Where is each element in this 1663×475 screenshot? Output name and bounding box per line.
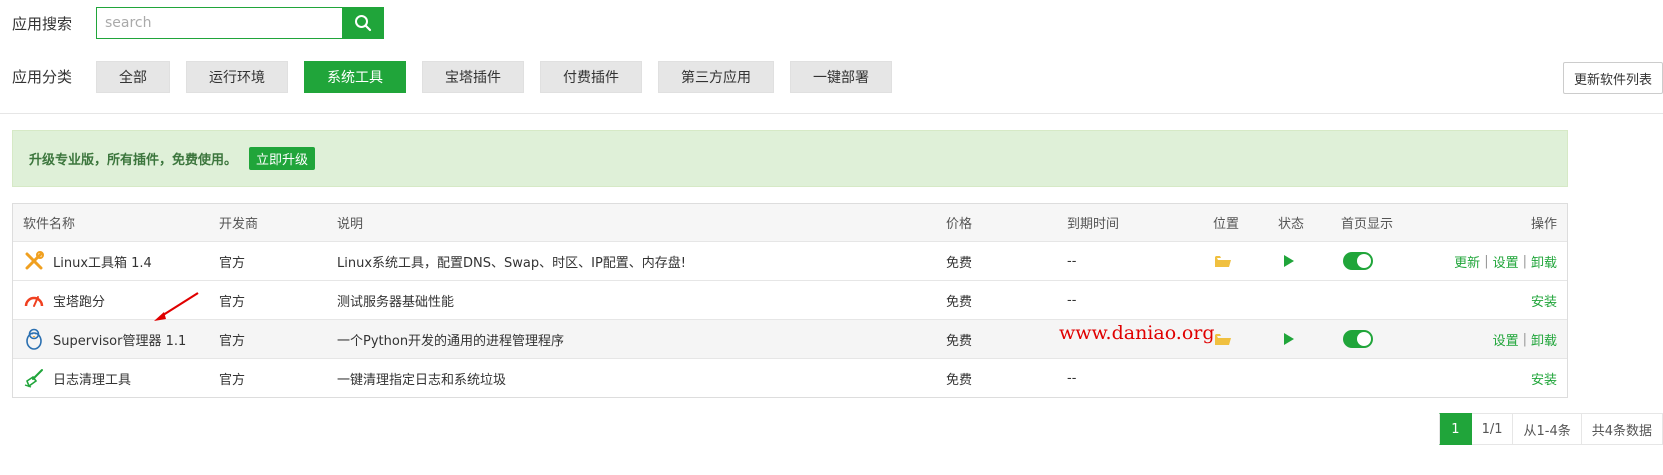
page-range: 从1-4条: [1513, 413, 1582, 445]
home-display-toggle[interactable]: [1343, 330, 1373, 348]
refresh-software-list-button[interactable]: 更新软件列表: [1563, 62, 1663, 94]
header-developer: 开发商: [219, 217, 259, 232]
annotation-arrow-icon: [154, 292, 199, 321]
price: 免费: [946, 294, 973, 310]
category-tab-runtime[interactable]: 运行环境: [186, 60, 288, 93]
category-tab-all[interactable]: 全部: [96, 60, 170, 93]
category-tab-third-party[interactable]: 第三方应用: [658, 60, 774, 93]
separator: |: [1522, 253, 1527, 269]
category-tab-paid-plugins[interactable]: 付费插件: [540, 60, 642, 93]
table-header: 软件名称 开发商 说明 价格 到期时间 位置 状态 首页显示 操作: [13, 204, 1567, 241]
header-home-display: 首页显示: [1341, 217, 1394, 232]
update-link[interactable]: 更新: [1454, 252, 1480, 271]
header-status: 状态: [1278, 217, 1305, 232]
header-price: 价格: [946, 217, 973, 232]
install-link[interactable]: 安装: [1531, 369, 1557, 388]
page-count: 1/1: [1471, 413, 1514, 445]
table-row: Linux工具箱 1.4 官方 Linux系统工具，配置DNS、Swap、时区、…: [13, 241, 1567, 280]
row-actions: 安装: [1531, 359, 1557, 397]
header-actions: 操作: [1530, 217, 1557, 232]
wrench-screwdriver-icon: [23, 250, 45, 272]
separator: |: [1484, 253, 1489, 269]
search-input[interactable]: [96, 7, 342, 39]
uninstall-link[interactable]: 卸载: [1531, 252, 1557, 271]
play-icon[interactable]: [1284, 255, 1294, 267]
category-tab-bt-plugins[interactable]: 宝塔插件: [422, 60, 524, 93]
software-name: Linux工具箱 1.4: [53, 255, 152, 271]
install-link[interactable]: 安装: [1531, 291, 1557, 310]
description: Linux系统工具，配置DNS、Swap、时区、IP配置、内存盘!: [337, 255, 687, 271]
pagination: 1 1/1 从1-4条 共4条数据: [1439, 413, 1663, 445]
folder-icon[interactable]: [1215, 255, 1231, 268]
description: 测试服务器基础性能: [337, 294, 455, 310]
folder-icon[interactable]: [1215, 333, 1231, 346]
uninstall-link[interactable]: 卸载: [1531, 330, 1557, 349]
description: 一键清理指定日志和系统垃圾: [337, 372, 507, 388]
software-name: Supervisor管理器 1.1: [53, 333, 187, 349]
upgrade-banner-text: 升级专业版，所有插件，免费使用。: [29, 153, 238, 168]
developer: 官方: [219, 255, 246, 271]
row-actions: 更新 | 设置 | 卸载: [1454, 242, 1557, 280]
page-total: 共4条数据: [1581, 413, 1663, 445]
search-icon: [355, 15, 372, 32]
category-tab-one-click-deploy[interactable]: 一键部署: [790, 60, 892, 93]
settings-link[interactable]: 设置: [1493, 252, 1519, 271]
category-tab-system-tools[interactable]: 系统工具: [304, 60, 406, 93]
table-row: 日志清理工具 官方 一键清理指定日志和系统垃圾 免费 -- 安装: [13, 358, 1567, 397]
row-actions: 安装: [1531, 281, 1557, 319]
home-display-toggle[interactable]: [1343, 252, 1373, 270]
settings-link[interactable]: 设置: [1493, 330, 1519, 349]
header-expire: 到期时间: [1067, 217, 1120, 232]
divider: [0, 113, 1663, 114]
description: 一个Python开发的通用的进程管理程序: [337, 333, 565, 349]
row-actions: 设置 | 卸载: [1493, 320, 1557, 358]
price: 免费: [946, 333, 973, 349]
expire-time: --: [1067, 253, 1077, 269]
broom-icon: [23, 367, 45, 389]
expire-time: --: [1067, 292, 1077, 308]
search-box: [96, 7, 384, 39]
header-location: 位置: [1213, 217, 1240, 232]
software-name: 宝塔跑分: [53, 294, 106, 310]
price: 免费: [946, 372, 973, 388]
speedometer-icon: [23, 289, 45, 311]
search-button[interactable]: [342, 7, 384, 39]
penguin-icon: [23, 328, 45, 350]
category-row: 应用分类 全部 运行环境 系统工具 宝塔插件 付费插件 第三方应用 一键部署: [12, 60, 892, 93]
table-row: Supervisor管理器 1.1 官方 一个Python开发的通用的进程管理程…: [13, 319, 1567, 358]
play-icon[interactable]: [1284, 333, 1294, 345]
upgrade-banner: 升级专业版，所有插件，免费使用。 立即升级: [12, 130, 1568, 187]
developer: 官方: [219, 333, 246, 349]
software-table: 软件名称 开发商 说明 价格 到期时间 位置 状态 首页显示 操作 Linux工…: [12, 203, 1568, 398]
price: 免费: [946, 255, 973, 271]
search-row: 应用搜索: [12, 7, 384, 39]
expire-time: --: [1067, 370, 1077, 386]
software-name: 日志清理工具: [53, 372, 132, 388]
header-name: 软件名称: [23, 217, 76, 232]
category-label: 应用分类: [12, 68, 73, 86]
developer: 官方: [219, 294, 246, 310]
table-row: 宝塔跑分 官方 测试服务器基础性能 免费 -- 安装: [13, 280, 1567, 319]
page-current[interactable]: 1: [1439, 413, 1472, 445]
watermark: www.daniao.org: [1059, 322, 1215, 344]
developer: 官方: [219, 372, 246, 388]
upgrade-now-button[interactable]: 立即升级: [249, 147, 316, 170]
category-tabs: 全部 运行环境 系统工具 宝塔插件 付费插件 第三方应用 一键部署: [96, 60, 892, 93]
search-label: 应用搜索: [12, 14, 73, 33]
separator: |: [1522, 331, 1527, 347]
header-description: 说明: [337, 217, 364, 232]
